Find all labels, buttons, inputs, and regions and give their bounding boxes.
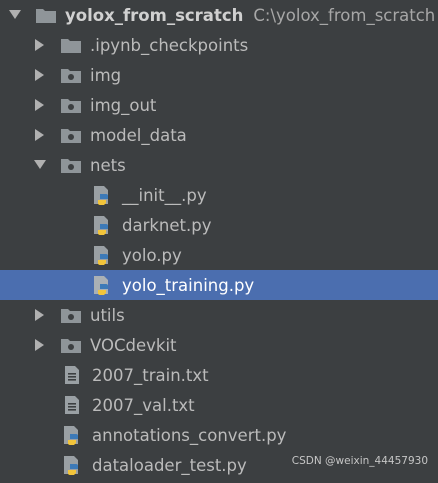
python-file-icon [92,185,114,205]
package-folder-icon [60,65,82,85]
tree-item-annotations-convert-py[interactable]: annotations_convert.py [0,420,438,450]
tree-item-label: img [90,65,122,85]
tree-item-label: yolo.py [122,245,182,265]
tree-item-img[interactable]: img [0,60,438,90]
tree-item-label: 2007_val.txt [92,395,195,415]
chevron-right-icon[interactable] [34,38,46,52]
python-file-icon [92,245,114,265]
project-tree: yolox_from_scratch C:\yolox_from_scratch… [0,0,438,480]
tree-item-yolo-training-py[interactable]: yolo_training.py [0,270,438,300]
tree-item-img-out[interactable]: img_out [0,90,438,120]
tree-item-2007-val-txt[interactable]: 2007_val.txt [0,390,438,420]
tree-item-label: yolo_training.py [122,275,255,295]
tree-item-label: darknet.py [122,215,212,235]
tree-root-row[interactable]: yolox_from_scratch C:\yolox_from_scratch [0,0,438,30]
tree-item-label: dataloader_test.py [92,455,247,475]
python-file-icon [92,215,114,235]
tree-item-label: img_out [90,95,157,115]
tree-item-2007-train-txt[interactable]: 2007_train.txt [0,360,438,390]
tree-item-vocdevkit[interactable]: VOCdevkit [0,330,438,360]
package-folder-icon [60,305,82,325]
text-file-icon [62,395,84,415]
tree-item-label: VOCdevkit [90,335,177,355]
tree-item-label: 2007_train.txt [92,365,209,385]
package-folder-icon [60,125,82,145]
python-file-icon [62,455,84,475]
tree-root-label: yolox_from_scratch [65,5,244,25]
watermark-text: CSDN @weixin_44457930 [291,455,428,467]
tree-item-ipynb-checkpoints[interactable]: .ipynb_checkpoints [0,30,438,60]
python-file-icon [62,425,84,445]
tree-root-path: C:\yolox_from_scratch [253,5,436,25]
tree-item-label: nets [90,155,126,175]
chevron-right-icon[interactable] [34,338,46,352]
chevron-right-icon[interactable] [34,308,46,322]
chevron-right-icon[interactable] [34,98,46,112]
tree-item-model-data[interactable]: model_data [0,120,438,150]
tree-item-label: __init__.py [122,185,207,205]
tree-item-nets[interactable]: nets [0,150,438,180]
tree-item-label: utils [90,305,125,325]
chevron-right-icon[interactable] [34,68,46,82]
package-folder-icon [60,155,82,175]
tree-item-label: annotations_convert.py [92,425,287,445]
chevron-down-icon[interactable] [9,8,21,22]
tree-item-label: .ipynb_checkpoints [90,35,249,55]
tree-item-init-py[interactable]: __init__.py [0,180,438,210]
chevron-down-icon[interactable] [34,158,46,172]
package-folder-icon [60,95,82,115]
tree-item-utils[interactable]: utils [0,300,438,330]
text-file-icon [62,365,84,385]
tree-item-label: model_data [90,125,187,145]
package-folder-icon [60,335,82,355]
folder-icon [35,5,57,25]
tree-item-darknet-py[interactable]: darknet.py [0,210,438,240]
tree-item-yolo-py[interactable]: yolo.py [0,240,438,270]
python-file-icon [92,275,114,295]
folder-icon [60,35,82,55]
chevron-right-icon[interactable] [34,128,46,142]
